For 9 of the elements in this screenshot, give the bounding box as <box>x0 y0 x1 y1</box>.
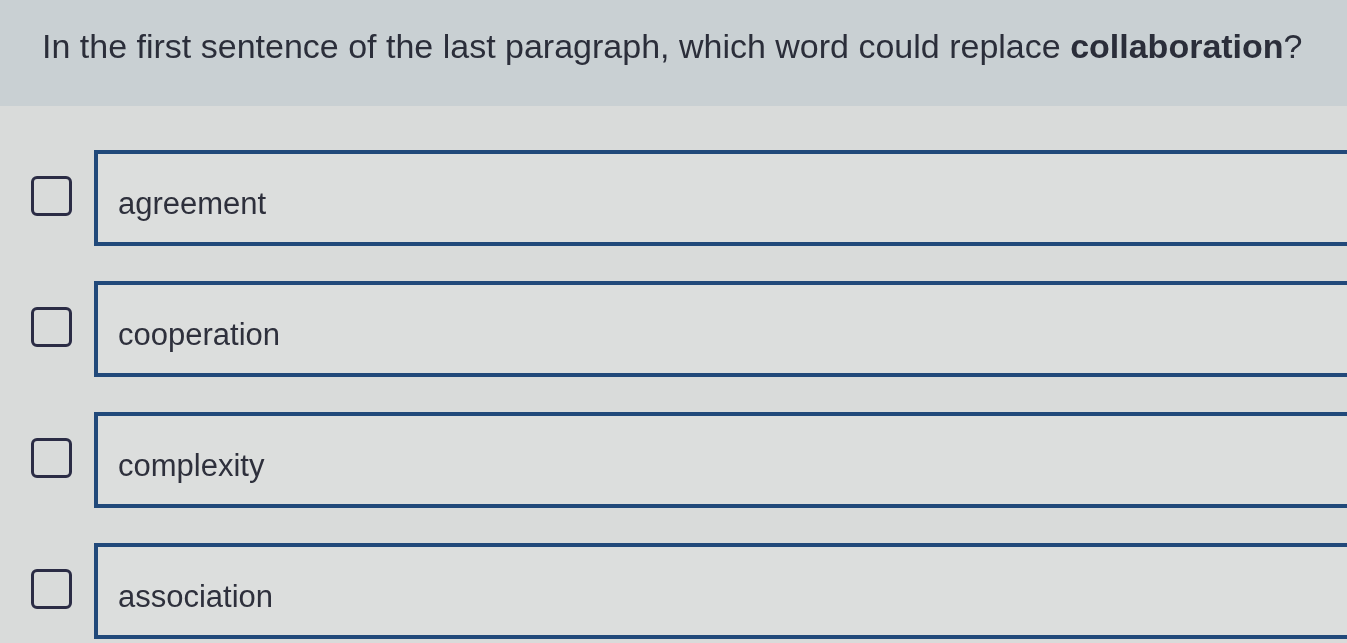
question-text: In the first sentence of the last paragraph, which word could replace collaboration? <box>42 26 1303 66</box>
answer-option[interactable]: complexity <box>94 412 1347 508</box>
checkbox[interactable] <box>31 438 72 478</box>
checkbox[interactable] <box>31 569 72 609</box>
answer-option[interactable]: association <box>94 543 1347 639</box>
checkbox[interactable] <box>31 176 72 216</box>
checkbox[interactable] <box>31 307 72 347</box>
answer-option[interactable]: cooperation <box>94 281 1347 377</box>
answer-option[interactable]: agreement <box>94 150 1347 246</box>
